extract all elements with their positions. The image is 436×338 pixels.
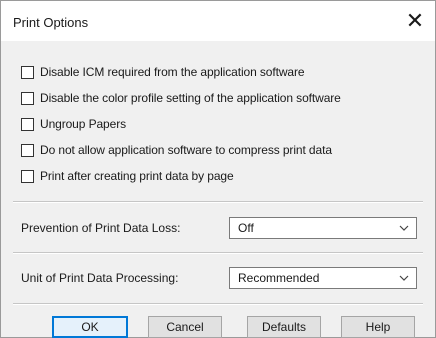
checkbox-label: Print after creating print data by page xyxy=(40,169,234,183)
checkbox-label: Ungroup Papers xyxy=(40,117,126,131)
checkbox-box[interactable] xyxy=(21,65,34,79)
checkbox-box[interactable] xyxy=(21,91,34,105)
checkbox-no-compress[interactable]: Do not allow application software to com… xyxy=(21,141,332,159)
separator xyxy=(13,252,423,254)
checkbox-ungroup-papers[interactable]: Ungroup Papers xyxy=(21,115,126,133)
checkbox-label: Disable ICM required from the applicatio… xyxy=(40,65,305,79)
ok-button[interactable]: OK xyxy=(52,316,128,338)
checkbox-disable-icm[interactable]: Disable ICM required from the applicatio… xyxy=(21,63,305,81)
unit-select[interactable]: Recommended xyxy=(229,267,417,289)
unit-label: Unit of Print Data Processing: xyxy=(21,271,179,285)
checkbox-box[interactable] xyxy=(21,169,34,183)
checkbox-disable-color-profile[interactable]: Disable the color profile setting of the… xyxy=(21,89,341,107)
dialog-content: Disable ICM required from the applicatio… xyxy=(1,41,435,337)
print-options-dialog: Print Options ✕ Disable ICM required fro… xyxy=(0,0,436,338)
help-button[interactable]: Help xyxy=(341,316,415,338)
separator xyxy=(13,303,423,305)
checkbox-label: Do not allow application software to com… xyxy=(40,143,332,157)
title-bar: Print Options ✕ xyxy=(1,1,435,41)
close-icon[interactable]: ✕ xyxy=(395,1,435,41)
checkbox-box[interactable] xyxy=(21,143,34,157)
prevention-select[interactable]: Off xyxy=(229,217,417,239)
cancel-button[interactable]: Cancel xyxy=(148,316,222,338)
chevron-down-icon xyxy=(399,275,409,281)
chevron-down-icon xyxy=(399,225,409,231)
separator xyxy=(13,201,423,203)
prevention-value: Off xyxy=(238,221,254,235)
dialog-title: Print Options xyxy=(13,15,89,30)
checkbox-print-by-page[interactable]: Print after creating print data by page xyxy=(21,167,234,185)
defaults-button[interactable]: Defaults xyxy=(247,316,321,338)
checkbox-label: Disable the color profile setting of the… xyxy=(40,91,341,105)
checkbox-box[interactable] xyxy=(21,117,34,131)
prevention-label: Prevention of Print Data Loss: xyxy=(21,221,181,235)
unit-value: Recommended xyxy=(238,271,320,285)
